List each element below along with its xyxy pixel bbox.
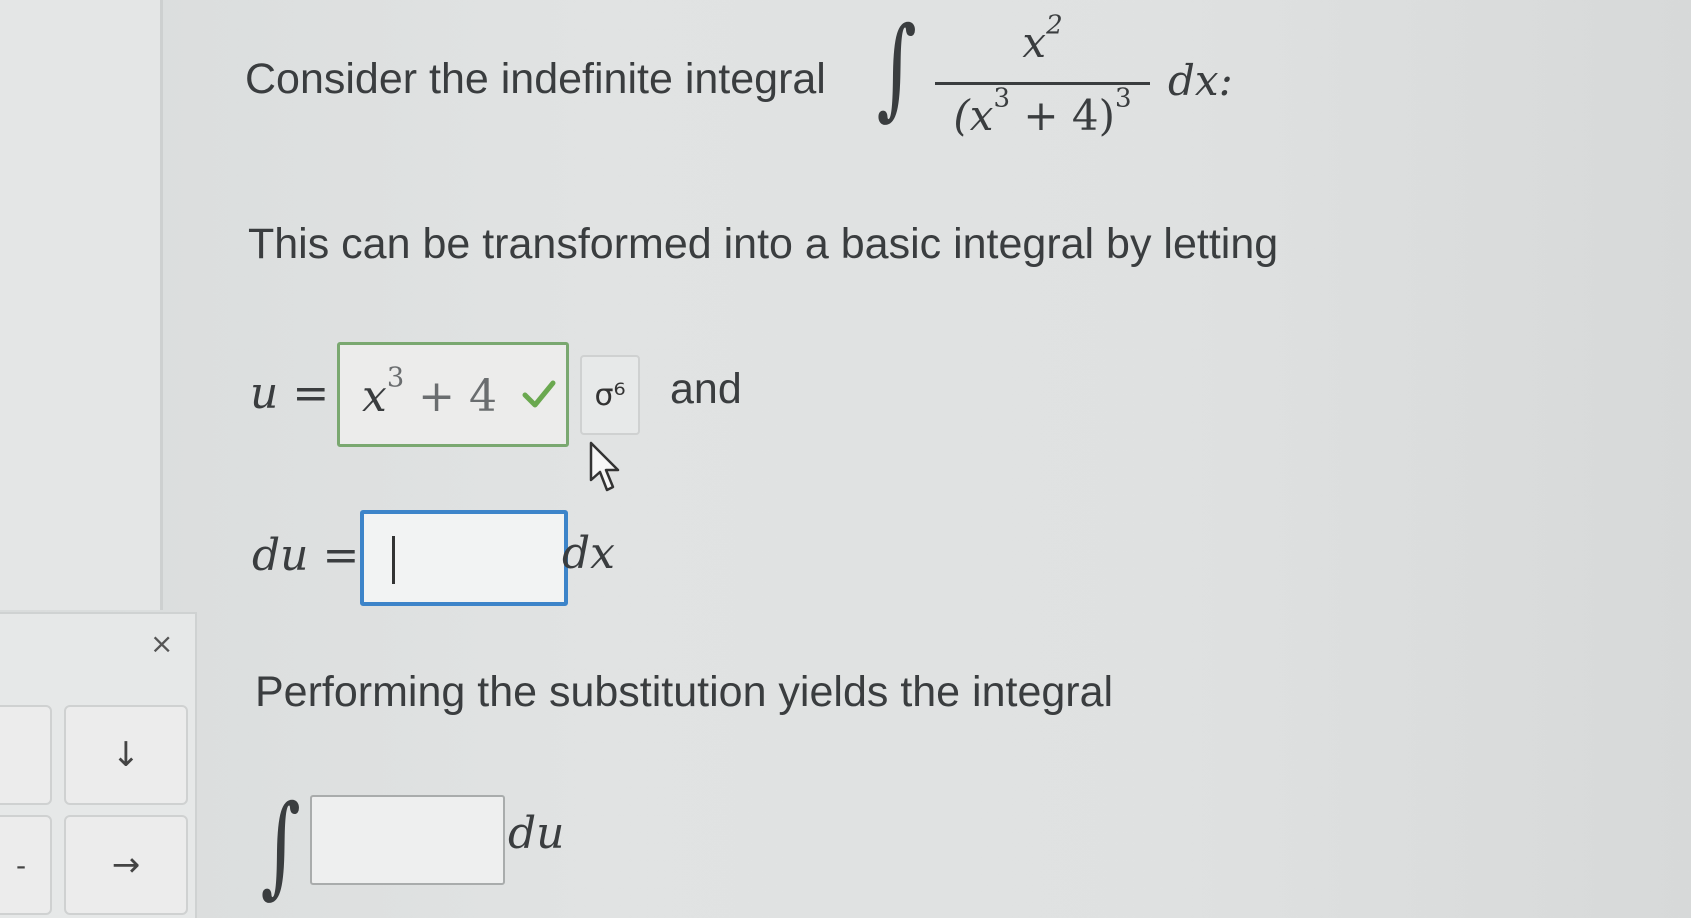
keyboard-icon: σ⁶ <box>594 377 626 413</box>
integrand-numerator: x2 <box>1022 10 1063 67</box>
du-answer-input[interactable] <box>360 510 568 606</box>
down-arrow-icon: ↓ <box>111 735 141 775</box>
integral-sign: ∫ <box>876 3 917 131</box>
keypad-key-down[interactable]: ↓ <box>64 705 188 805</box>
left-panel <box>0 0 163 610</box>
integral-answer-input[interactable] <box>310 795 505 885</box>
symbol-keyboard-button[interactable]: σ⁶ <box>580 355 640 435</box>
du-suffix: du <box>508 808 565 859</box>
integral-sign-2: ∫ <box>260 781 301 909</box>
keypad-key-left-bottom[interactable]: - <box>0 815 52 915</box>
text-caret <box>392 536 395 584</box>
close-keypad-button[interactable]: × <box>150 630 173 658</box>
integrand-fraction: x2 (x3 + 4)3 <box>935 10 1150 140</box>
integrand-denominator: (x3 + 4)3 <box>953 83 1132 140</box>
correct-check-icon <box>522 380 556 408</box>
keypad-key-right[interactable]: → <box>64 815 188 915</box>
keypad-key-left-top[interactable] <box>0 705 52 805</box>
mouse-cursor-icon <box>589 441 620 492</box>
keypad-key-label: - <box>15 848 27 882</box>
right-arrow-icon: → <box>111 845 141 885</box>
u-answer-value: x3 + 4 <box>362 362 498 422</box>
and-text: and <box>670 365 742 413</box>
substitution-text: Performing the substitution yields the i… <box>255 668 1114 716</box>
du-label: du = <box>252 530 360 581</box>
u-label: u = <box>250 368 330 419</box>
dx-suffix: dx <box>562 528 615 579</box>
transform-text: This can be transformed into a basic int… <box>248 220 1279 268</box>
intro-text: Consider the indefinite integral <box>245 55 826 103</box>
u-answer-field[interactable]: x3 + 4 <box>337 342 569 447</box>
differential-dx: dx: <box>1168 56 1233 105</box>
